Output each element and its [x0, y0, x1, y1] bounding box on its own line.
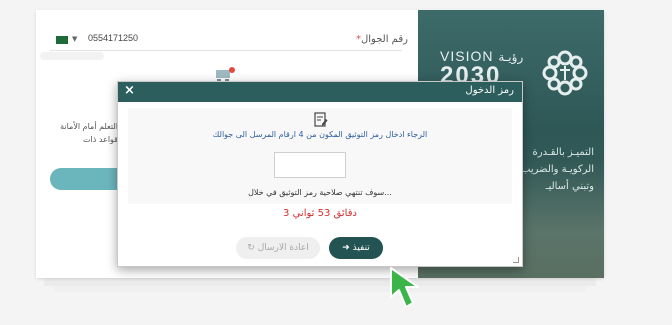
- resize-handle[interactable]: [513, 257, 519, 263]
- countdown-timer: 3 دقائق 53 ثواني: [283, 208, 357, 219]
- otp-modal: رمز الدخول × الرجاء ادخال رمز التوثيق ال…: [117, 81, 523, 267]
- resend-button[interactable]: ↻ اعادة الارسال: [236, 237, 320, 259]
- execute-button[interactable]: ➜ تنفيذ: [329, 237, 383, 259]
- modal-body: الرجاء ادخال رمز التوثيق المكون من 4 ارق…: [128, 108, 512, 204]
- saudi-flag-icon: [56, 36, 68, 44]
- arrow-left-icon: ➜: [342, 242, 350, 253]
- cart-icon[interactable]: [214, 66, 236, 82]
- expiry-text: سوف تنتهي صلاحية رمز التوثيق في خلال...: [248, 188, 392, 197]
- phone-input[interactable]: ▼ 0554171250: [50, 29, 402, 51]
- cursor-arrow-icon: [390, 267, 419, 308]
- chevron-down-icon[interactable]: ▼: [72, 35, 77, 43]
- phone-label: *رقم الجوال: [356, 34, 408, 45]
- otp-instruction: الرجاء ادخال رمز التوثيق المكون من 4 ارق…: [212, 130, 428, 139]
- refresh-icon: ↻: [247, 243, 255, 253]
- modal-header: رمز الدخول ×: [118, 82, 522, 102]
- page-card-shadow: [44, 278, 596, 286]
- saudi-emblem-icon: [542, 50, 588, 96]
- login-button[interactable]: [50, 168, 120, 190]
- page-card-shadow-2: [54, 286, 586, 292]
- blurred-text: [40, 52, 104, 60]
- modal-title: رمز الدخول: [465, 85, 514, 96]
- close-icon[interactable]: ×: [124, 83, 135, 98]
- terms-text: التعلم أمام الأمانة قواعد ذات: [60, 122, 118, 144]
- phone-value: 0554171250: [88, 33, 139, 43]
- otp-input[interactable]: [274, 152, 346, 178]
- document-edit-icon: [314, 112, 328, 127]
